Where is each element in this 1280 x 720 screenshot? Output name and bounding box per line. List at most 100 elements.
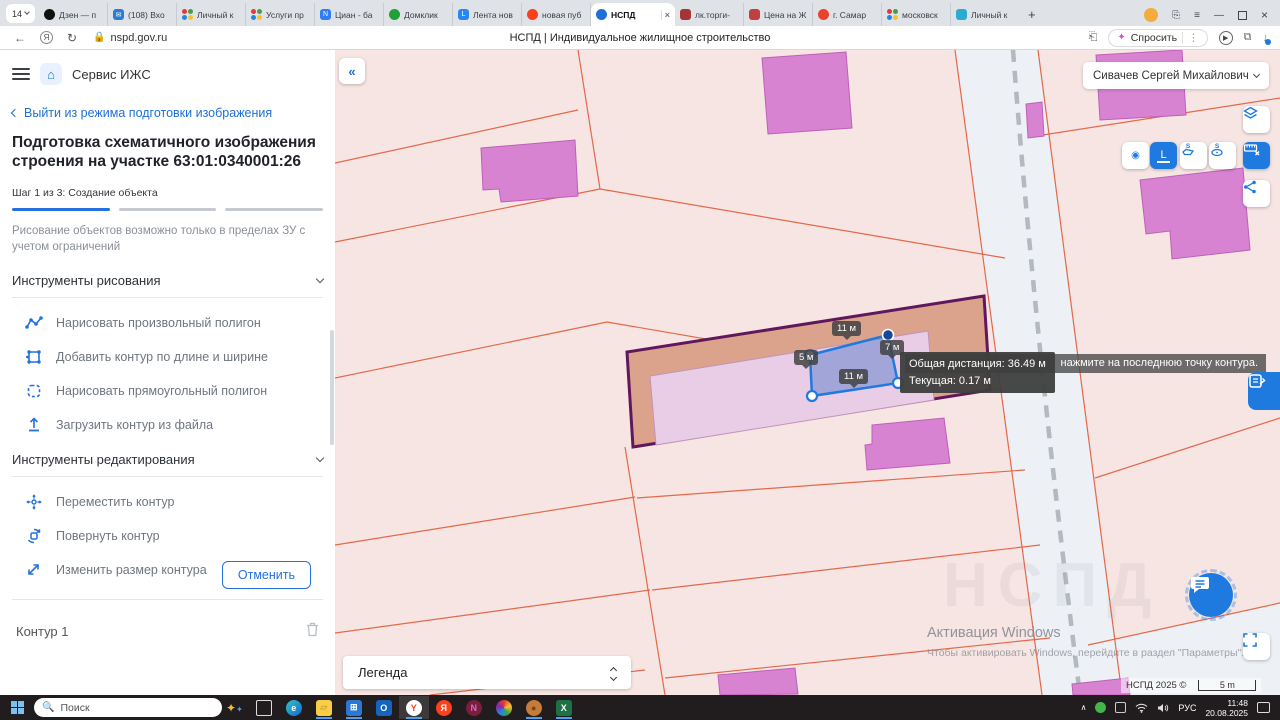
tab-uslugi[interactable]: Услуги пр xyxy=(246,3,316,26)
address-bar[interactable]: 🔒 nspd.gov.ru xyxy=(93,32,167,44)
tab-lk2[interactable]: Личный к xyxy=(951,3,1020,26)
yandex-search-button[interactable]: Я xyxy=(429,696,459,719)
search-icon: 🔍 xyxy=(42,702,55,713)
reload-icon[interactable]: ↻ xyxy=(67,31,77,45)
taskbar-search[interactable]: 🔍 Поиск xyxy=(34,698,222,717)
user-dropdown[interactable]: Сивачев Сергей Михайлович xyxy=(1083,62,1269,89)
minimize-button[interactable]: — xyxy=(1214,10,1224,21)
tab-close-icon[interactable]: × xyxy=(660,9,670,20)
excel-button[interactable]: X xyxy=(549,696,579,719)
map-canvas[interactable]: НСПД 11 м 7 м 11 м 5 м нажмите на послед… xyxy=(335,50,1280,695)
tab-vk-lenta[interactable]: L Лента нов xyxy=(453,3,523,26)
lock-icon: 🔒 xyxy=(93,32,106,43)
hamburger-menu-icon[interactable] xyxy=(12,68,30,80)
browser-menu-icon[interactable]: ≡ xyxy=(1194,10,1200,21)
ask-button[interactable]: ✦ Спросить ⋮ xyxy=(1108,28,1208,47)
collapse-sidebar-button[interactable]: « xyxy=(339,58,365,84)
samara-favicon-icon xyxy=(818,9,830,20)
browser-home-icon[interactable]: Я xyxy=(40,31,53,44)
tab-torgi[interactable]: лк.торги- xyxy=(675,3,745,26)
clear-measure-button[interactable] xyxy=(1243,142,1270,169)
tool-draw-free-polygon[interactable]: Нарисовать произвольный полигон xyxy=(24,313,323,332)
edit-tools-section[interactable]: Инструменты редактирования xyxy=(12,452,325,467)
panels-icon[interactable]: ⧉ xyxy=(1244,31,1252,44)
tab-domclick[interactable]: Домклик xyxy=(384,3,454,26)
exit-mode-link[interactable]: Выйти из режима подготовки изображения xyxy=(10,106,323,120)
edge-icon: e xyxy=(285,699,302,716)
trash-icon[interactable] xyxy=(306,622,319,640)
bookmark-icon[interactable]: ⎗ xyxy=(1089,31,1098,44)
more-icon[interactable]: ⋮ xyxy=(1182,31,1199,44)
start-button[interactable] xyxy=(0,701,34,714)
new-tab-button[interactable]: + xyxy=(1028,7,1036,22)
tool-add-contour-dimensions[interactable]: Добавить контур по длине и ширине xyxy=(24,347,323,366)
share-button[interactable] xyxy=(1243,180,1270,207)
tab-newpub[interactable]: новая пуб xyxy=(522,3,592,26)
divider xyxy=(12,599,323,600)
notification-center-icon[interactable] xyxy=(1257,702,1270,713)
contour-row[interactable]: Контур 1 xyxy=(12,622,323,640)
area-ellipse-button[interactable]: S xyxy=(1209,142,1236,169)
close-button[interactable]: × xyxy=(1261,8,1268,22)
restore-button[interactable] xyxy=(1237,10,1247,20)
layers-button[interactable] xyxy=(1243,106,1270,133)
paint3d-button[interactable] xyxy=(489,696,519,719)
point-measure-button[interactable]: ◉ xyxy=(1122,142,1149,169)
tab-price[interactable]: Цена на Ж xyxy=(744,3,814,26)
legend-toggle[interactable]: Легенда xyxy=(343,656,631,689)
tray-expand-icon[interactable]: ∧ xyxy=(1081,703,1087,712)
taskbar-clock[interactable]: 11:48 20.08.2025 xyxy=(1205,698,1248,718)
chat-fab[interactable] xyxy=(1185,569,1237,621)
tab-moscow[interactable]: московск xyxy=(882,3,952,26)
length-measure-button[interactable]: L xyxy=(1150,142,1177,169)
tab-nspd-active[interactable]: НСПД × xyxy=(591,3,676,26)
tab-counter[interactable]: 14 xyxy=(6,4,36,23)
excel-icon: X xyxy=(555,699,572,716)
fullscreen-button[interactable] xyxy=(1243,633,1270,660)
back-icon[interactable]: ← xyxy=(14,31,26,45)
chat-bubble-icon xyxy=(1189,573,1233,617)
copilot-icon[interactable]: ✦✦ xyxy=(226,701,243,715)
downloads-icon[interactable]: ↓ xyxy=(1263,32,1271,45)
tab-lk1[interactable]: Личный к xyxy=(177,3,247,26)
tab-cian[interactable]: N Циан - ба xyxy=(315,3,385,26)
tool-move-contour[interactable]: Переместить контур xyxy=(24,492,323,511)
share-icon xyxy=(1244,180,1256,194)
panel-icon[interactable]: ⎘ xyxy=(1172,10,1180,21)
cancel-button[interactable]: Отменить xyxy=(221,561,311,589)
tool-upload-contour[interactable]: Загрузить контур из файла xyxy=(24,415,323,434)
colorful-favicon-icon xyxy=(182,9,194,20)
wifi-icon[interactable] xyxy=(1135,703,1148,713)
palette-button[interactable]: ● xyxy=(519,696,549,719)
profile-avatar[interactable] xyxy=(1144,8,1159,22)
area-polygon-button[interactable]: S xyxy=(1180,142,1207,169)
sidebar-scrollbar[interactable] xyxy=(330,330,334,445)
move-icon xyxy=(24,492,43,511)
file-explorer-button[interactable]: ▱ xyxy=(309,696,339,719)
outlook-button[interactable]: O xyxy=(369,696,399,719)
tray-app-icon[interactable] xyxy=(1115,702,1127,713)
chevron-down-icon xyxy=(24,9,30,15)
task-view-button[interactable] xyxy=(249,696,279,719)
distance-tooltip: Общая дистанция: 36.49 м Текущая: 0.17 м xyxy=(900,352,1055,393)
tool-draw-rectangle[interactable]: Нарисовать прямоугольный полигон xyxy=(24,381,323,400)
tab-mail[interactable]: ✉ (108) Вхо xyxy=(108,3,178,26)
antivirus-icon[interactable] xyxy=(1095,702,1107,713)
video-play-icon[interactable]: ▶ xyxy=(1218,30,1233,45)
navbar-right: ⎗ ✦ Спросить ⋮ ▶ ⧉ ↓ xyxy=(1089,28,1280,47)
edge-button[interactable]: e xyxy=(279,696,309,719)
measure-label-top: 11 м xyxy=(832,321,862,340)
tab-samara[interactable]: г. Самар xyxy=(813,3,883,26)
volume-icon[interactable] xyxy=(1157,703,1169,713)
language-indicator[interactable]: РУС xyxy=(1178,703,1196,713)
tool-rotate-contour[interactable]: Повернуть контур xyxy=(24,526,323,545)
2gis-button[interactable]: N xyxy=(459,696,489,719)
area-polygon-icon: S xyxy=(1182,143,1195,156)
dzen-favicon-icon xyxy=(44,9,56,20)
ruler-clear-icon xyxy=(1243,144,1260,156)
store-button[interactable]: ⊞ xyxy=(339,696,369,719)
draw-tools-section[interactable]: Инструменты рисования xyxy=(12,273,325,288)
yandex-browser-button[interactable]: Y xyxy=(398,696,429,719)
feedback-tab[interactable] xyxy=(1248,372,1280,410)
tab-dzen[interactable]: Дзен — п xyxy=(39,3,109,26)
